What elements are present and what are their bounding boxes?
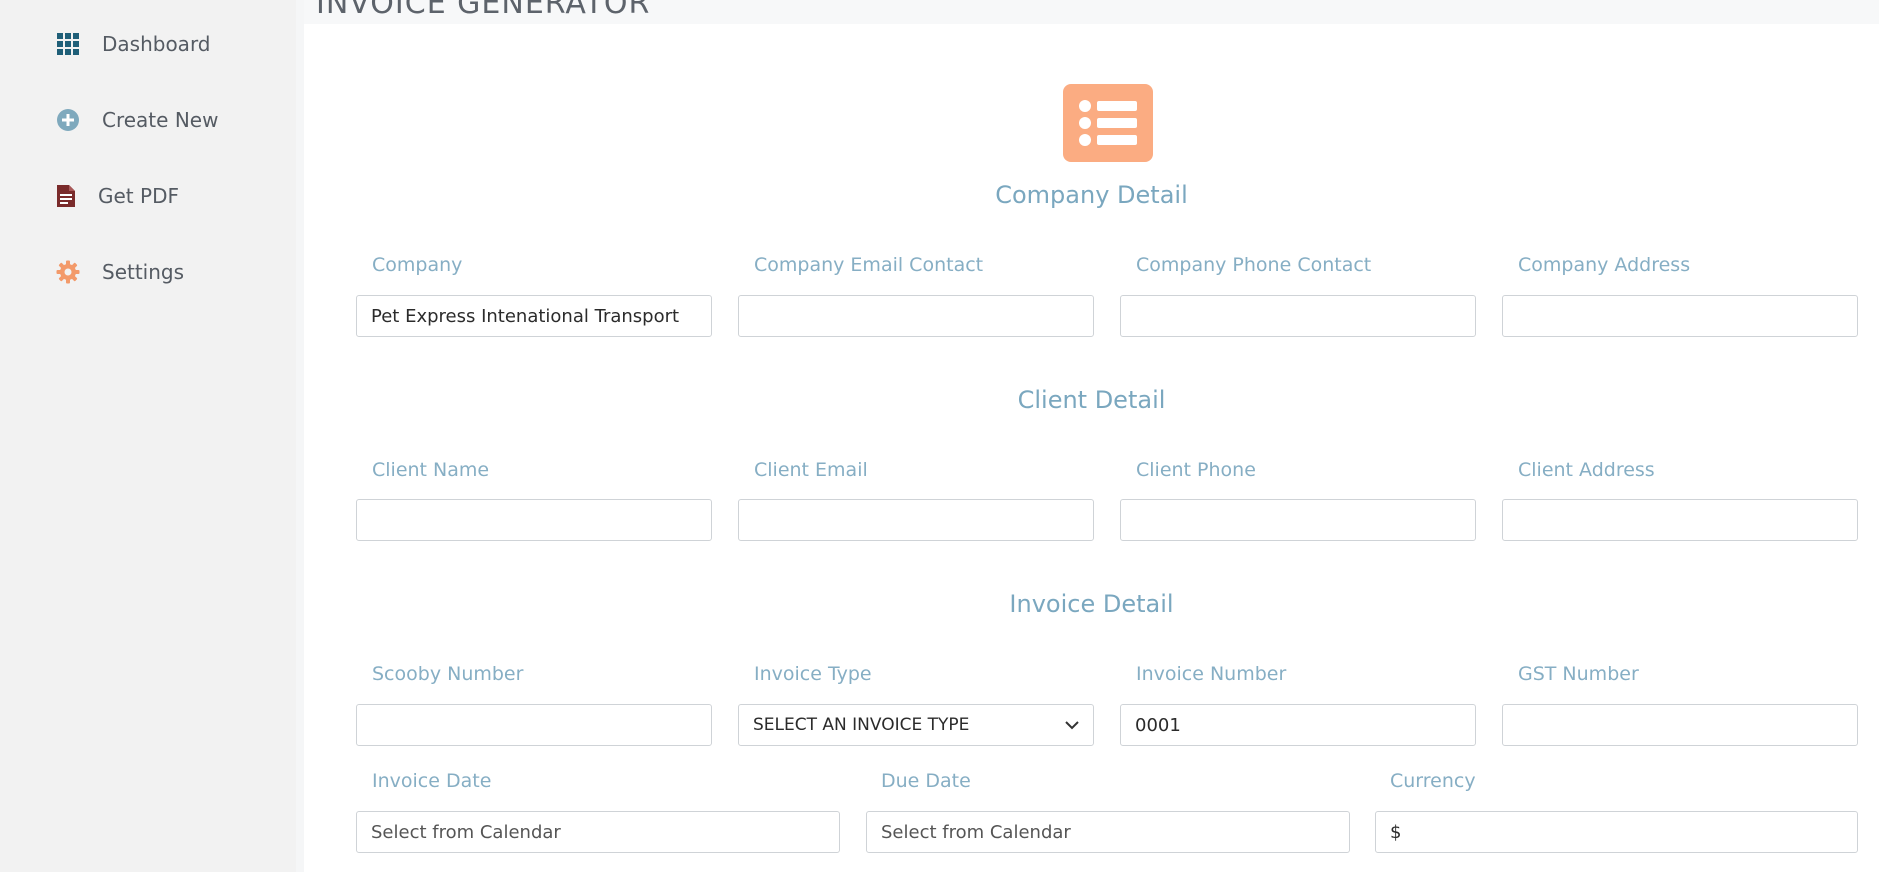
gst-number-input[interactable] xyxy=(1502,704,1858,746)
gst-number-label: GST Number xyxy=(1518,663,1639,685)
client-phone-label: Client Phone xyxy=(1136,459,1256,481)
sidebar-item-label: Settings xyxy=(102,260,185,284)
due-date-label: Due Date xyxy=(881,770,971,792)
client-email-input[interactable] xyxy=(738,499,1094,541)
sidebar-item-create-new[interactable]: Create New xyxy=(56,108,218,132)
currency-input[interactable] xyxy=(1375,811,1858,853)
list-icon xyxy=(1063,84,1153,162)
page-header: INVOICE GENERATOR xyxy=(304,0,1879,24)
invoice-date-label: Invoice Date xyxy=(372,770,492,792)
company-label: Company xyxy=(372,254,463,276)
invoice-type-label: Invoice Type xyxy=(754,663,872,685)
sidebar: Dashboard Create New Get PDF Settings xyxy=(0,0,296,872)
invoice-detail-heading: Invoice Detail xyxy=(1009,590,1174,618)
sidebar-item-get-pdf[interactable]: Get PDF xyxy=(56,184,179,208)
scooby-number-input[interactable] xyxy=(356,704,712,746)
company-phone-input[interactable] xyxy=(1120,295,1476,337)
company-email-label: Company Email Contact xyxy=(754,254,984,276)
sidebar-item-dashboard[interactable]: Dashboard xyxy=(56,32,211,56)
sidebar-item-label: Dashboard xyxy=(102,32,211,56)
scooby-number-label: Scooby Number xyxy=(372,663,524,685)
gear-icon xyxy=(56,260,80,284)
client-address-input[interactable] xyxy=(1502,499,1858,541)
chevron-down-icon xyxy=(1065,715,1079,735)
pdf-file-icon xyxy=(56,184,76,208)
client-address-label: Client Address xyxy=(1518,459,1655,481)
invoice-type-select[interactable]: SELECT AN INVOICE TYPE xyxy=(738,704,1094,746)
company-detail-heading: Company Detail xyxy=(995,181,1188,209)
company-input[interactable] xyxy=(356,295,712,337)
page-title: INVOICE GENERATOR xyxy=(316,0,651,21)
invoice-number-label: Invoice Number xyxy=(1136,663,1287,685)
invoice-date-input[interactable] xyxy=(356,811,840,853)
currency-label: Currency xyxy=(1390,770,1476,792)
company-address-input[interactable] xyxy=(1502,295,1858,337)
client-name-label: Client Name xyxy=(372,459,490,481)
sidebar-item-label: Create New xyxy=(102,108,219,132)
client-name-input[interactable] xyxy=(356,499,712,541)
company-email-input[interactable] xyxy=(738,295,1094,337)
grid-icon xyxy=(56,32,80,56)
company-phone-label: Company Phone Contact xyxy=(1136,254,1372,276)
plus-circle-icon xyxy=(56,108,80,132)
company-address-label: Company Address xyxy=(1518,254,1691,276)
invoice-number-input[interactable] xyxy=(1120,704,1476,746)
client-detail-heading: Client Detail xyxy=(1017,386,1166,414)
sidebar-item-label: Get PDF xyxy=(98,184,179,208)
due-date-input[interactable] xyxy=(866,811,1350,853)
invoice-type-selected: SELECT AN INVOICE TYPE xyxy=(753,715,970,735)
client-email-label: Client Email xyxy=(754,459,868,481)
main-content: INVOICE GENERATOR Company Detail Company… xyxy=(304,0,1879,872)
sidebar-item-settings[interactable]: Settings xyxy=(56,260,184,284)
client-phone-input[interactable] xyxy=(1120,499,1476,541)
